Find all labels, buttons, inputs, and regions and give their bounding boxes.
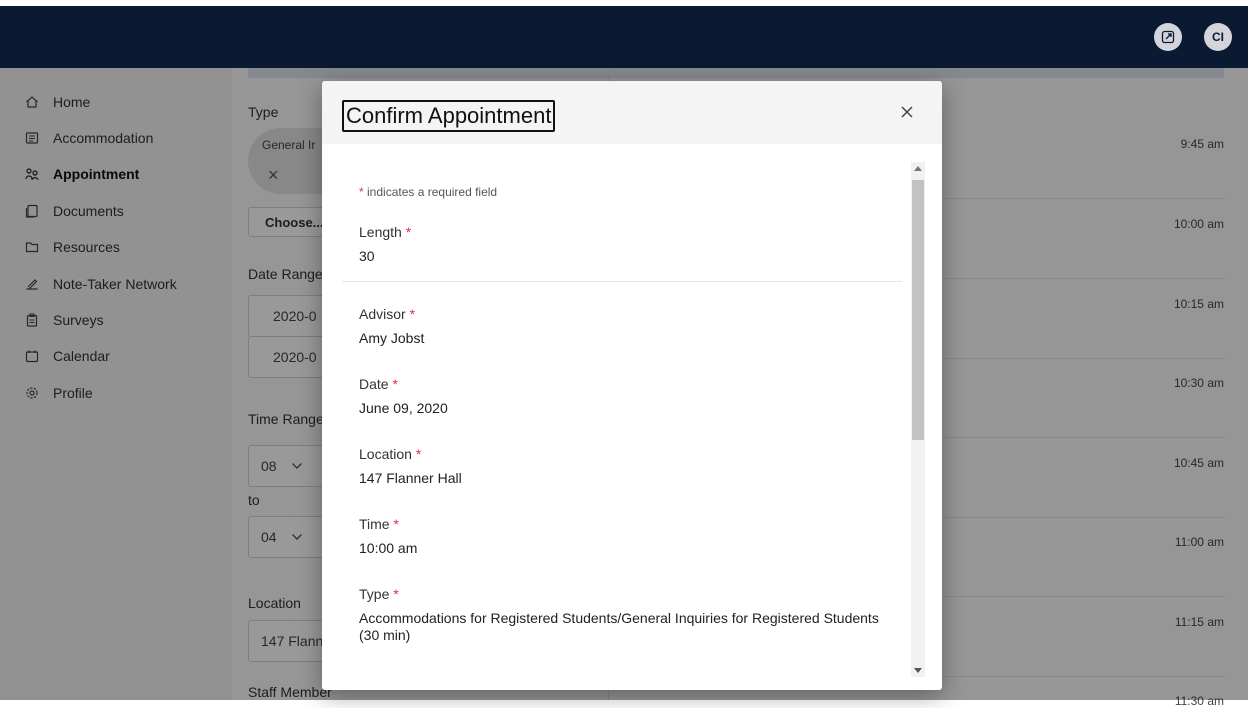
close-button[interactable] xyxy=(898,103,916,121)
scroll-up-arrow-icon[interactable] xyxy=(914,166,922,171)
scrollbar-thumb[interactable] xyxy=(912,180,924,440)
close-icon xyxy=(901,106,913,118)
location-value: 147 Flanner Hall xyxy=(359,470,462,486)
section-divider xyxy=(342,281,902,282)
time-label: Time * xyxy=(359,516,399,532)
scroll-down-arrow-icon[interactable] xyxy=(914,668,922,673)
dialog-scrollbar[interactable] xyxy=(911,162,925,677)
length-value: 30 xyxy=(359,248,375,264)
type-label: Type * xyxy=(359,586,399,602)
avatar[interactable]: CI xyxy=(1204,23,1232,51)
dialog-body[interactable]: * indicates a required field Length * 30… xyxy=(322,144,942,690)
type-value: Accommodations for Registered Students/G… xyxy=(359,610,879,643)
date-label: Date * xyxy=(359,376,398,392)
date-value: June 09, 2020 xyxy=(359,400,448,416)
time-value: 10:00 am xyxy=(359,540,418,556)
length-label: Length * xyxy=(359,224,412,240)
required-field-note: * indicates a required field xyxy=(359,185,498,199)
confirm-appointment-dialog: Confirm Appointment * indicates a requir… xyxy=(322,81,942,690)
dialog-header: Confirm Appointment xyxy=(322,81,942,144)
external-link-icon[interactable] xyxy=(1154,23,1182,51)
location-label: Location * xyxy=(359,446,422,462)
advisor-value: Amy Jobst xyxy=(359,330,425,346)
top-bar: CI xyxy=(0,6,1248,68)
external-link-icon xyxy=(1161,30,1175,44)
dialog-title: Confirm Appointment xyxy=(342,100,556,132)
advisor-label: Advisor * xyxy=(359,306,416,322)
